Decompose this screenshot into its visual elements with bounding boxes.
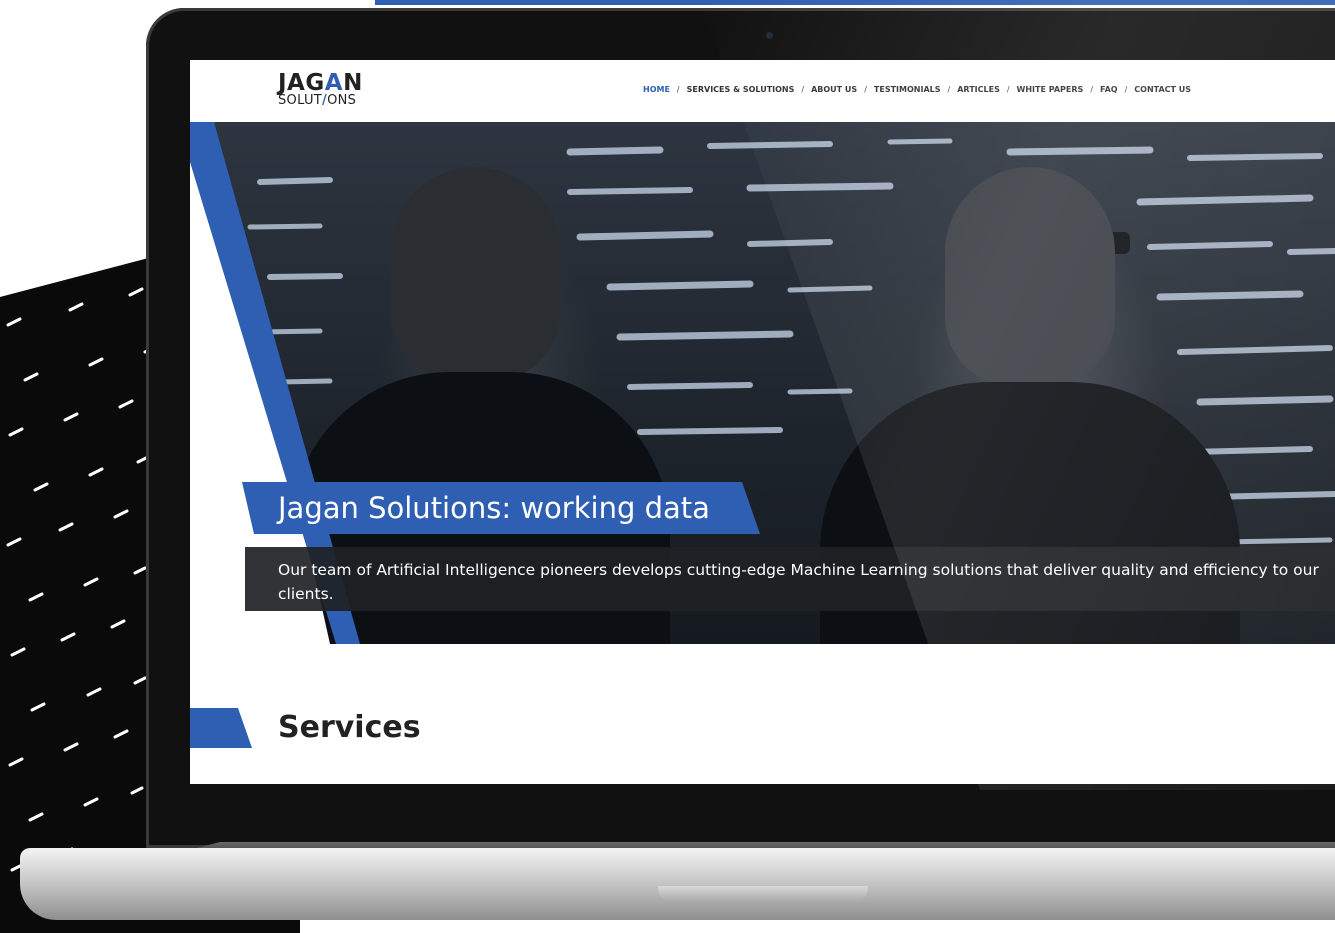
- nav-separator: /: [1006, 85, 1010, 94]
- nav-separator: /: [1090, 85, 1094, 94]
- logo[interactable]: JAGAN SOLUT/ONS: [278, 72, 363, 108]
- nav-item-home[interactable]: HOME: [643, 85, 670, 94]
- nav-item-services-solutions[interactable]: SERVICES & SOLUTIONS: [687, 85, 795, 94]
- webcam-icon: [766, 32, 773, 39]
- nav-item-faq[interactable]: FAQ: [1100, 85, 1118, 94]
- logo-wordmark: JAGAN: [278, 70, 363, 96]
- hero-description: Our team of Artificial Intelligence pion…: [278, 561, 1319, 603]
- nav-separator: /: [1124, 85, 1128, 94]
- main-nav: HOME / SERVICES & SOLUTIONS / ABOUT US / TESTI…: [643, 85, 1191, 94]
- services-heading: Services: [278, 710, 421, 745]
- nav-separator: /: [801, 85, 805, 94]
- website-screen: JAGAN SOLUT/ONS HOME / SERVICES & SOLUTION…: [190, 60, 1335, 784]
- site-header: JAGAN SOLUT/ONS HOME / SERVICES & SOLUTION…: [190, 60, 1335, 122]
- nav-item-about-us[interactable]: ABOUT US: [811, 85, 857, 94]
- hero-title: Jagan Solutions: working data: [278, 491, 710, 525]
- hero-banner: Jagan Solutions: working data Our team o…: [190, 122, 1335, 644]
- nav-item-contact-us[interactable]: CONTACT US: [1134, 85, 1191, 94]
- person-left-head: [390, 167, 560, 382]
- nav-item-white-papers[interactable]: WHITE PAPERS: [1017, 85, 1084, 94]
- logo-subtitle: SOLUT/ONS: [278, 93, 357, 108]
- nav-item-articles[interactable]: ARTICLES: [957, 85, 1000, 94]
- nav-separator: /: [947, 85, 951, 94]
- services-accent-bar: [190, 708, 252, 748]
- nav-separator: /: [676, 85, 680, 94]
- top-accent-bar: [375, 0, 1335, 5]
- laptop-base: [20, 848, 1335, 920]
- nav-separator: /: [864, 85, 867, 94]
- person-right-head: [945, 167, 1115, 387]
- laptop-opening-notch: [658, 886, 868, 902]
- nav-item-testimonials[interactable]: TESTIMONIALS: [874, 85, 941, 94]
